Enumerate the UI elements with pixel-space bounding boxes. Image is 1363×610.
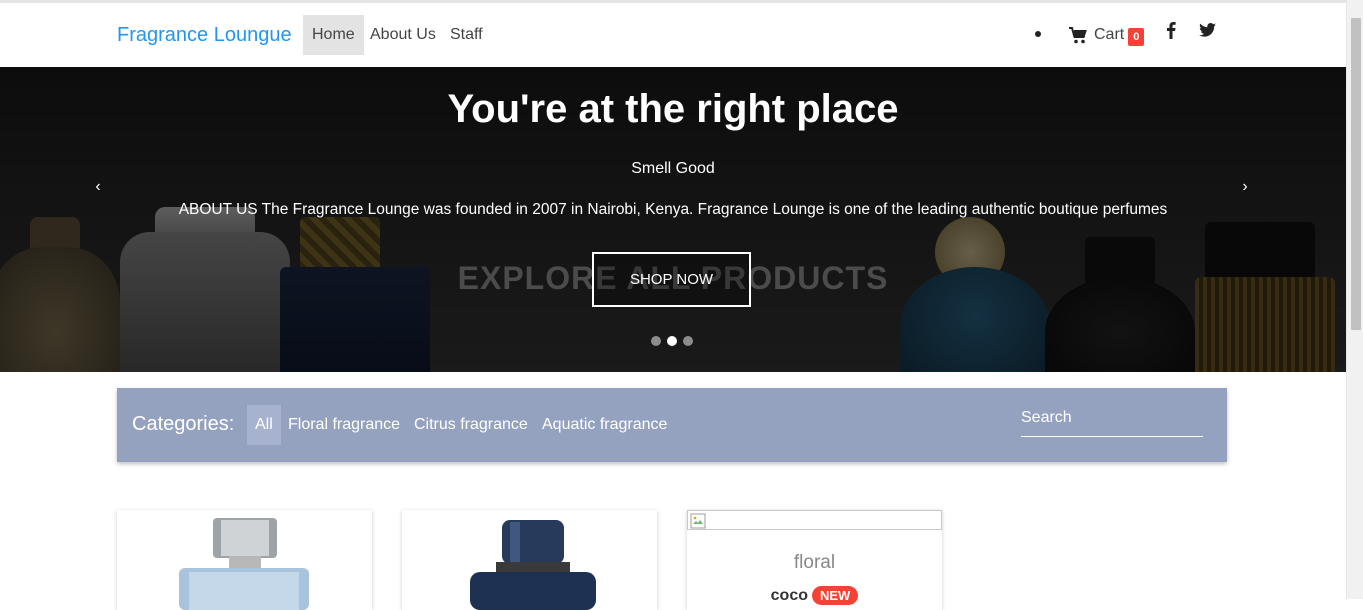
broken-image-icon xyxy=(690,513,706,529)
perfume-bottle-image xyxy=(470,520,596,610)
category-all[interactable]: All xyxy=(247,405,281,445)
facebook-link[interactable] xyxy=(1166,21,1176,44)
category-citrus[interactable]: Citrus fragrance xyxy=(406,405,536,445)
product-category: floral xyxy=(793,552,836,573)
hero-title: You're at the right place xyxy=(447,87,899,131)
hero-subtitle: Smell Good xyxy=(631,160,715,177)
navbar: Fragrance Loungue Home About Us Staff Ca… xyxy=(0,3,1346,67)
categories-title: Categories: xyxy=(132,413,235,435)
nav-staff[interactable]: Staff xyxy=(441,15,492,55)
nav-bullet xyxy=(1035,31,1041,37)
scrollbar[interactable] xyxy=(1346,0,1363,599)
twitter-icon xyxy=(1199,23,1216,37)
product-card[interactable] xyxy=(117,510,372,610)
twitter-link[interactable] xyxy=(1199,23,1216,42)
hero-carousel: EXPLORE ALL PRODUCTS You're at the right… xyxy=(0,67,1346,372)
nav-about-us[interactable]: About Us xyxy=(361,15,445,55)
carousel-indicator-3[interactable] xyxy=(683,336,693,346)
cart-label: Cart xyxy=(1094,26,1125,43)
carousel-indicators xyxy=(651,336,693,346)
search-input[interactable]: Search xyxy=(1021,408,1203,437)
scrollbar-thumb[interactable] xyxy=(1351,18,1361,330)
product-name: coco xyxy=(770,587,808,604)
cart-count-badge: 0 xyxy=(1128,28,1145,46)
brand-logo[interactable]: Fragrance Loungue xyxy=(117,24,292,47)
category-floral[interactable]: Floral fragrance xyxy=(280,405,408,445)
product-card[interactable] xyxy=(402,510,657,610)
perfume-bottle-image xyxy=(179,518,309,610)
shopping-cart-icon xyxy=(1069,26,1087,43)
carousel-next-icon[interactable]: › xyxy=(1235,178,1255,196)
carousel-indicator-1[interactable] xyxy=(651,336,661,346)
product-name-row: coco NEW xyxy=(687,586,942,605)
new-badge: NEW xyxy=(812,586,859,605)
category-aquatic[interactable]: Aquatic fragrance xyxy=(534,405,675,445)
nav-home[interactable]: Home xyxy=(303,15,364,55)
broken-image xyxy=(687,510,942,530)
facebook-icon xyxy=(1167,22,1176,39)
carousel-indicator-2[interactable] xyxy=(667,336,677,346)
categories-bar: Categories: All Floral fragrance Citrus … xyxy=(117,388,1227,462)
cart-link[interactable]: Cart 0 xyxy=(1069,23,1145,47)
shop-now-button[interactable]: SHOP NOW xyxy=(592,252,751,307)
carousel-prev-icon[interactable]: ‹ xyxy=(88,178,108,196)
product-card[interactable]: floral coco NEW xyxy=(687,510,942,610)
hero-description: ABOUT US The Fragrance Lounge was founde… xyxy=(178,201,1168,218)
